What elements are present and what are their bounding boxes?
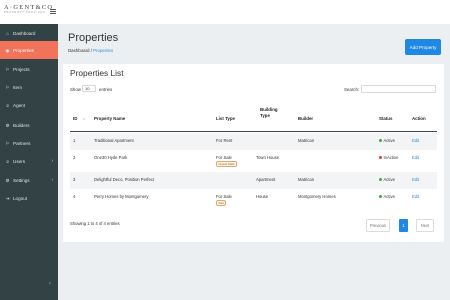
sidebar-item-label: Partners — [13, 140, 31, 146]
cell-builder: Matrican — [298, 138, 315, 143]
entries-label: entries — [99, 87, 113, 92]
cell-property-name: Perry Homes by Montgomery — [94, 194, 149, 199]
column-header-builder[interactable]: Builder — [298, 107, 358, 131]
table-row: 4 Perry Homes by Montgomery For Sale Sol… — [70, 189, 437, 211]
column-header-action[interactable]: Action — [412, 107, 437, 131]
sidebar-item-label: Logout — [13, 195, 28, 201]
chevron-right-icon: › — [51, 158, 54, 163]
sidebar-item-settings[interactable]: ⚙ Settings › — [0, 171, 58, 189]
cell-building-type: House — [256, 194, 269, 199]
status-badge: Active — [379, 194, 395, 199]
edit-link[interactable]: Edit — [412, 177, 419, 182]
add-property-button[interactable]: Add Property — [405, 39, 441, 55]
cell-builder: Montgomery Homes — [298, 194, 336, 199]
settings-icon: ⚙ — [5, 177, 10, 183]
projects-icon: ⚐ — [5, 66, 10, 72]
status-dot-icon — [379, 195, 382, 199]
collapse-sidebar-icon[interactable]: ‹ — [49, 281, 51, 287]
cell-building-type: Town House — [256, 155, 280, 160]
sidebar-item-label: Users — [13, 158, 25, 164]
properties-list-card: Properties List Show 10 entries Search: … — [63, 64, 444, 242]
column-header-property-name[interactable]: Property Name — [94, 107, 214, 131]
listing-status-badge: Deposit Taken — [216, 161, 238, 167]
sidebar-item-label: Dashboard — [13, 30, 36, 36]
sort-icon: ⇅ — [82, 117, 85, 121]
cell-list-type: For Rent — [216, 138, 233, 143]
logo-tagline: PROPERTY SERVICES — [4, 11, 46, 14]
logo-brand: A·GENT&CO — [4, 4, 54, 11]
sidebar: ⌂ Dashboard ◉ Properties ⚐ Projects ⚐ It… — [0, 24, 58, 300]
column-header-status[interactable]: Status — [379, 107, 409, 131]
column-header-id[interactable]: ID ⇅ — [73, 107, 87, 131]
breadcrumb-current: Properties — [93, 48, 114, 53]
status-badge: Active — [379, 177, 395, 182]
cell-building-type: Apartment — [256, 177, 276, 182]
previous-page-button[interactable]: Previous — [366, 219, 390, 232]
location-pin-icon: ◉ — [5, 47, 10, 53]
sidebar-item-label: Projects — [13, 66, 30, 72]
listing-status-badge: Sold — [216, 200, 227, 206]
cell-builder: Matrican — [298, 177, 315, 182]
cell-id: 3 — [73, 177, 76, 182]
show-label: Show — [70, 87, 81, 92]
breadcrumb: Dashboard / Properties — [68, 48, 113, 53]
page-title: Properties — [68, 32, 119, 44]
status-dot-icon — [379, 156, 382, 160]
cell-property-name: Delightful Deco, Position Perfect — [94, 177, 155, 182]
logout-icon: ⇥ — [5, 195, 10, 201]
status-badge: InActive — [379, 155, 398, 160]
cell-id: 4 — [73, 194, 76, 199]
sidebar-item-label: Item — [13, 84, 22, 90]
column-header-list-type[interactable]: List Type — [216, 107, 256, 131]
cell-list-type: For Sale — [216, 194, 232, 199]
logo[interactable]: A·GENT&CO PROPERTY SERVICES — [4, 4, 54, 15]
builders-icon: ⚙ — [5, 122, 10, 128]
next-page-button[interactable]: Next — [416, 219, 434, 232]
table-row: 2 One30 Hyde Park For Sale Deposit Taken… — [70, 150, 437, 172]
status-dot-icon — [379, 178, 382, 182]
sidebar-item-properties[interactable]: ◉ Properties — [0, 41, 58, 59]
entries-select[interactable]: 10 — [82, 85, 96, 92]
partners-icon: ⚐ — [5, 140, 10, 146]
sidebar-item-agent[interactable]: ☺ Agent — [0, 96, 58, 114]
table-row: 1 Traditional Apartment For Rent Matrica… — [70, 133, 437, 150]
home-icon: ⌂ — [6, 30, 9, 36]
sidebar-item-projects[interactable]: ⚐ Projects — [0, 60, 58, 78]
cell-id: 1 — [73, 138, 76, 143]
column-header-building-type[interactable]: Building Type — [260, 107, 282, 131]
sidebar-item-label: Agent — [13, 102, 26, 108]
sidebar-item-users[interactable]: ☺ Users › — [0, 152, 58, 170]
status-badge: Active — [379, 138, 395, 143]
page-1-button[interactable]: 1 — [399, 219, 408, 232]
card-title: Properties List — [70, 68, 124, 78]
breadcrumb-dashboard[interactable]: Dashboard — [68, 48, 89, 53]
table-info: Showing 1 to 4 of 4 entries — [70, 221, 120, 226]
users-icon: ☺ — [5, 158, 10, 164]
header-divider — [70, 131, 437, 132]
sidebar-item-dashboard[interactable]: ⌂ Dashboard — [0, 24, 58, 42]
sidebar-item-logout[interactable]: ⇥ Logout — [0, 189, 58, 207]
search-label: Search: — [344, 87, 360, 92]
sidebar-item-label: Settings — [13, 177, 30, 183]
agent-icon: ☺ — [5, 102, 10, 108]
edit-link[interactable]: Edit — [412, 194, 419, 199]
cell-list-type: For Sale — [216, 155, 232, 160]
sidebar-item-partners[interactable]: ⚐ Partners — [0, 134, 58, 152]
status-dot-icon — [379, 139, 382, 143]
sidebar-item-label: Properties — [13, 47, 34, 53]
edit-link[interactable]: Edit — [412, 138, 419, 143]
table-row: 3 Delightful Deco, Position Perfect Apar… — [70, 172, 437, 189]
menu-toggle-icon[interactable] — [50, 9, 56, 14]
cell-property-name: Traditional Apartment — [94, 138, 134, 143]
search-input[interactable] — [361, 85, 436, 93]
item-icon: ⚐ — [5, 84, 10, 90]
chevron-right-icon: › — [51, 177, 54, 182]
sidebar-item-label: Builders — [13, 122, 30, 128]
cell-id: 2 — [73, 155, 76, 160]
cell-property-name: One30 Hyde Park — [94, 155, 128, 160]
edit-link[interactable]: Edit — [412, 155, 419, 160]
sidebar-item-builders[interactable]: ⚙ Builders — [0, 116, 58, 134]
top-bar: A·GENT&CO PROPERTY SERVICES — [0, 0, 450, 24]
sidebar-item-item[interactable]: ⚐ Item — [0, 78, 58, 96]
